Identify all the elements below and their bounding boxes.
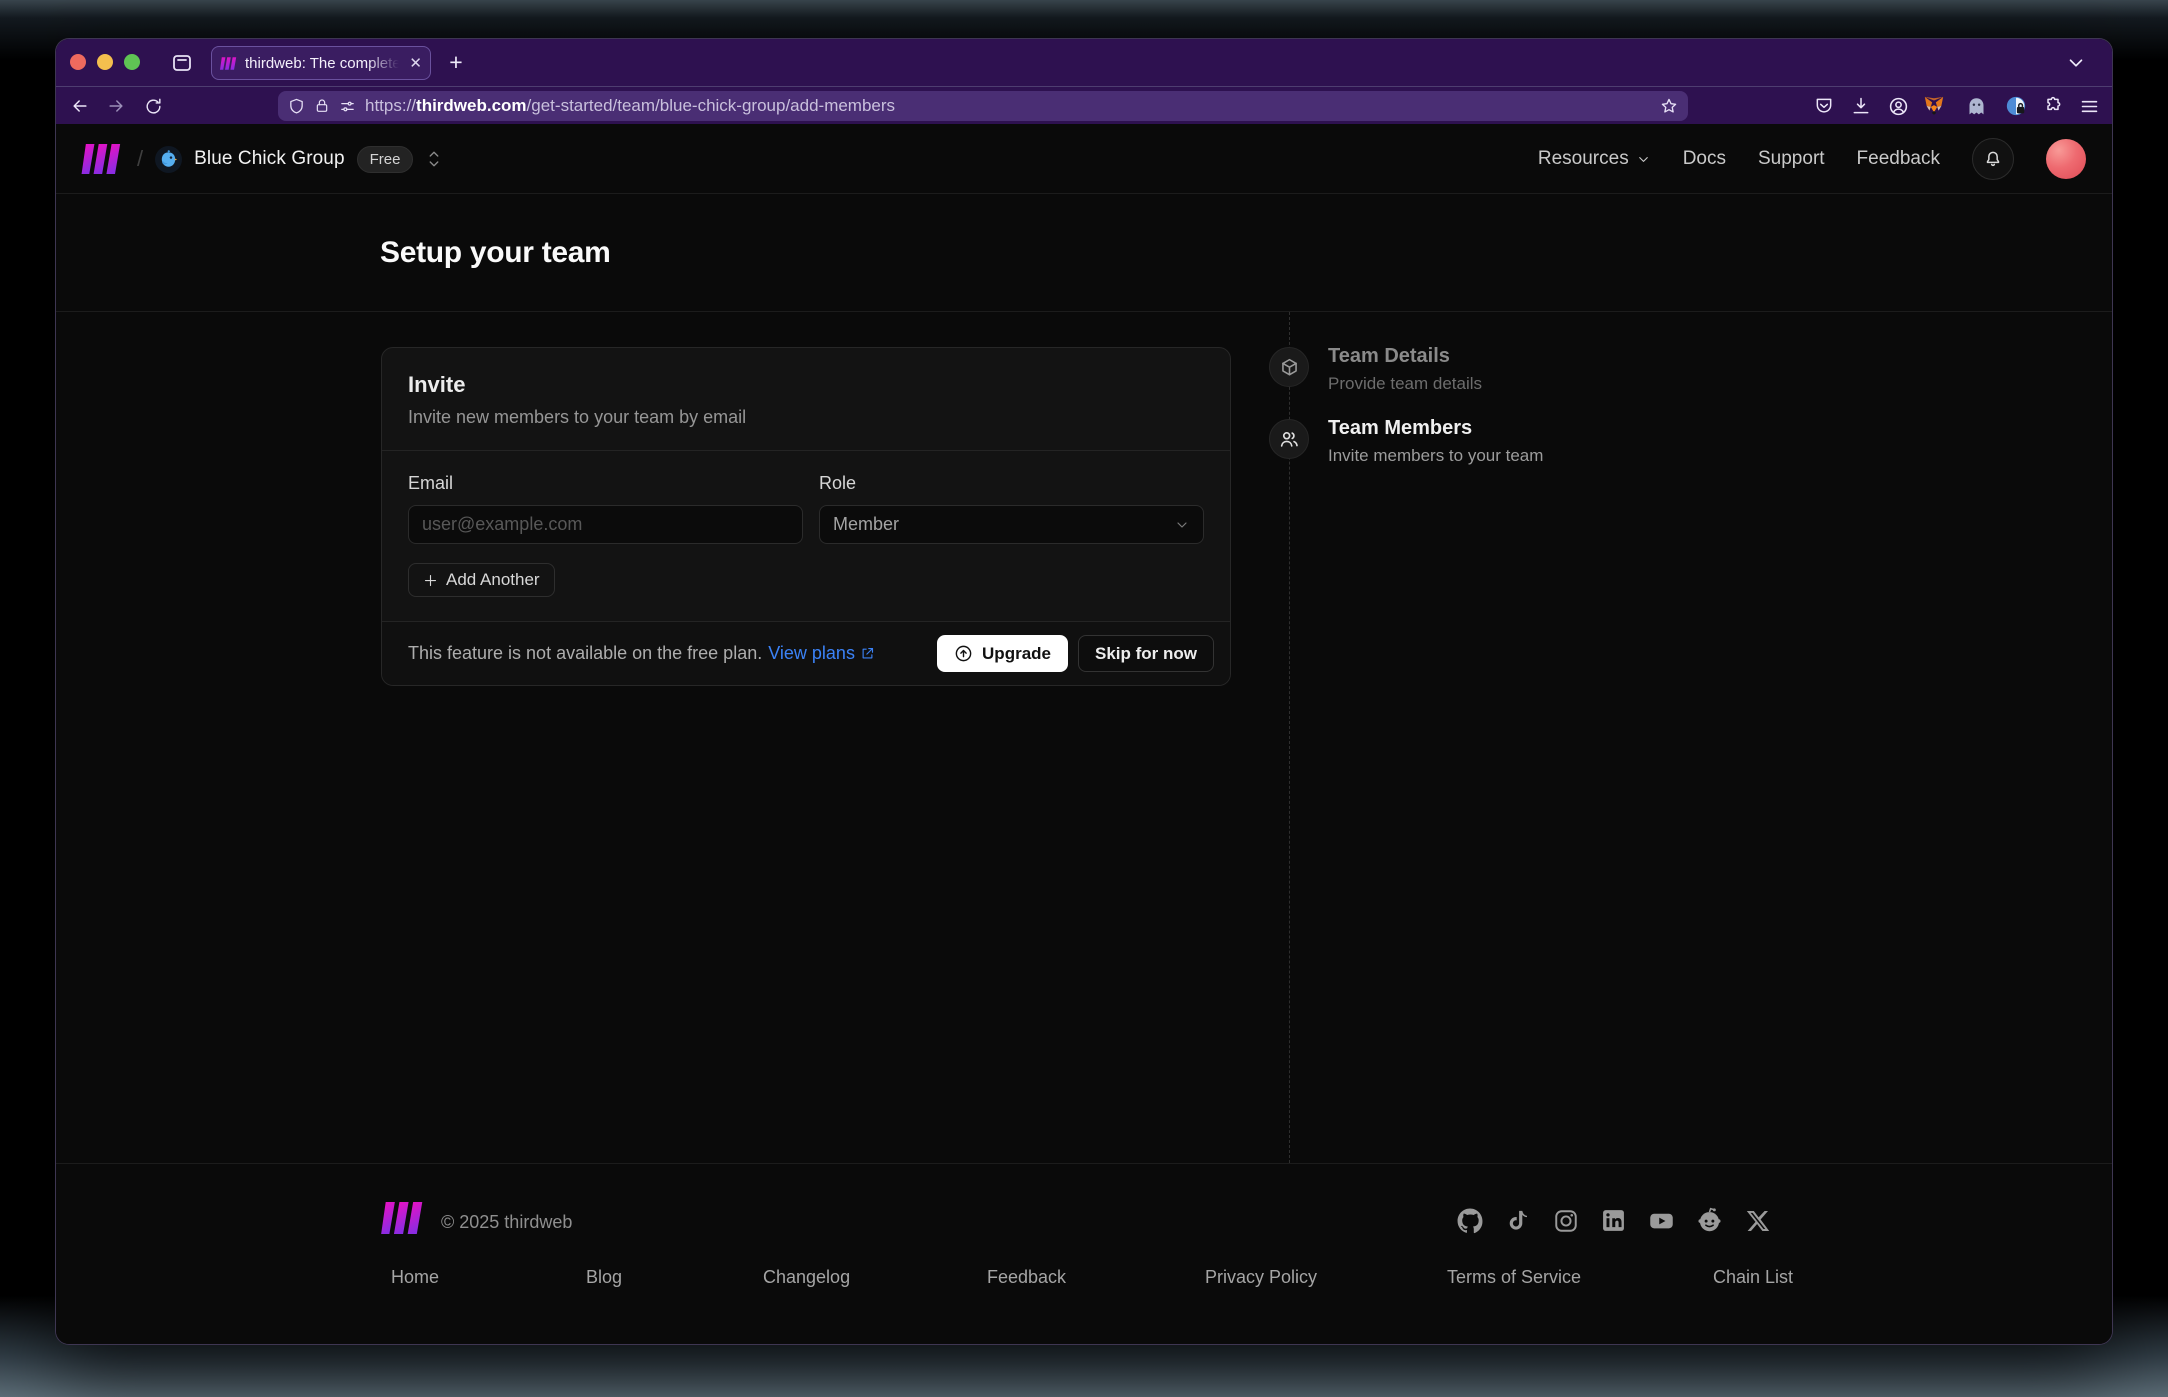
upgrade-button[interactable]: Upgrade: [937, 635, 1068, 672]
arrow-up-circle-icon: [955, 645, 972, 662]
nav-docs[interactable]: Docs: [1683, 148, 1726, 170]
tracking-protection-shield-icon[interactable]: [288, 98, 305, 115]
pocket-save-icon[interactable]: [1812, 94, 1836, 118]
window-zoom-button[interactable]: [124, 54, 140, 70]
email-label: Email: [408, 473, 454, 493]
breadcrumb-slash: /: [137, 146, 144, 171]
role-select[interactable]: Member: [819, 505, 1204, 544]
tab-title: thirdweb: The complete web3 de: [245, 54, 402, 72]
account-icon[interactable]: [1886, 94, 1910, 118]
instagram-icon[interactable]: [1552, 1207, 1579, 1234]
chevron-down-icon: [1638, 156, 1648, 162]
site-footer: © 2025 thirdweb Home Blog Changelog Feed…: [56, 1163, 2112, 1344]
site-header: / Blue Chick Group Free Resources Docs S…: [56, 124, 2112, 194]
footer-link-changelog[interactable]: Changelog: [763, 1267, 850, 1288]
step-team-details: Team Details Provide team details: [1328, 345, 1483, 393]
x-icon[interactable]: [1744, 1207, 1771, 1234]
github-icon[interactable]: [1456, 1207, 1483, 1234]
step-team-details-circle: [1269, 347, 1309, 387]
browser-tab[interactable]: thirdweb: The complete web3 de ✕: [211, 46, 431, 80]
window-close-button[interactable]: [70, 54, 86, 70]
users-icon: [1280, 432, 1298, 447]
step-team-members-circle: [1269, 419, 1309, 459]
footer-link-terms-of-service[interactable]: Terms of Service: [1447, 1267, 1581, 1288]
social-links: [1456, 1207, 1771, 1234]
connection-lock-icon[interactable]: [314, 98, 330, 114]
invite-card-title: Invite: [408, 372, 466, 397]
reddit-icon[interactable]: [1696, 1207, 1723, 1234]
external-link-icon: [862, 647, 874, 659]
extensions-puzzle-icon[interactable]: [2041, 94, 2065, 118]
url-address-field[interactable]: https://thirdweb.com/get-started/team/bl…: [278, 91, 1688, 121]
team-name[interactable]: Blue Chick Group: [194, 148, 345, 170]
notifications-bell-icon[interactable]: [1972, 138, 2014, 180]
nav-support[interactable]: Support: [1758, 148, 1825, 170]
footer-link-chain-list[interactable]: Chain List: [1713, 1267, 1793, 1288]
page-title-section: Setup your team: [56, 194, 2112, 312]
youtube-icon[interactable]: [1648, 1207, 1675, 1234]
footer-link-privacy-policy[interactable]: Privacy Policy: [1205, 1267, 1317, 1288]
permissions-icon[interactable]: [339, 98, 356, 115]
plan-badge: Free: [356, 145, 414, 173]
page-title: Setup your team: [380, 236, 611, 269]
url-text: https://thirdweb.com/get-started/team/bl…: [365, 96, 896, 115]
cube-icon: [1281, 358, 1297, 375]
thirdweb-logo-icon[interactable]: [81, 144, 125, 174]
invite-card-subtitle: Invite new members to your team by email: [408, 407, 747, 427]
downloads-icon[interactable]: [1849, 94, 1873, 118]
browser-tab-bar: thirdweb: The complete web3 de ✕ +: [56, 39, 2112, 86]
chevron-down-icon: [1174, 517, 1190, 533]
reload-button[interactable]: [142, 95, 164, 117]
tab-close-icon[interactable]: ✕: [409, 54, 422, 72]
privacy-extension-icon[interactable]: [2004, 94, 2028, 118]
add-another-button[interactable]: Add Another: [408, 563, 555, 597]
team-switcher-chevrons-icon[interactable]: [425, 148, 443, 170]
metamask-extension-icon[interactable]: [1922, 94, 1946, 118]
browser-url-toolbar: https://thirdweb.com/get-started/team/bl…: [56, 86, 2112, 124]
tiktok-icon[interactable]: [1504, 1207, 1531, 1234]
footer-link-feedback[interactable]: Feedback: [987, 1267, 1066, 1288]
linkedin-icon[interactable]: [1600, 1207, 1627, 1234]
invite-card: Invite Invite new members to your team b…: [381, 347, 1231, 686]
role-label: Role: [819, 473, 857, 493]
user-avatar[interactable]: [2046, 139, 2086, 179]
firefox-view-icon[interactable]: [168, 49, 196, 77]
free-plan-note: This feature is not available on the fre…: [408, 643, 875, 664]
tab-favicon-thirdweb-icon: [220, 56, 238, 70]
thirdweb-footer-logo-icon[interactable]: [381, 1202, 427, 1239]
email-field[interactable]: user@example.com: [408, 505, 803, 544]
footer-link-blog[interactable]: Blog: [586, 1267, 622, 1288]
back-button[interactable]: [69, 95, 91, 117]
new-tab-button[interactable]: +: [441, 47, 471, 77]
screenshot-stage: thirdweb: The complete web3 de ✕ +: [0, 0, 2168, 1397]
role-selected-value: Member: [833, 514, 900, 534]
view-plans-link[interactable]: View plans: [768, 643, 875, 664]
bookmark-star-icon[interactable]: [1660, 97, 1678, 115]
window-minimize-button[interactable]: [97, 54, 113, 70]
plus-icon: [424, 574, 437, 586]
nav-resources[interactable]: Resources: [1538, 148, 1651, 170]
skip-for-now-button[interactable]: Skip for now: [1078, 635, 1214, 672]
copyright-text: © 2025 thirdweb: [441, 1212, 573, 1232]
step-team-members: Team Members Invite members to your team: [1328, 417, 1544, 465]
footer-link-home[interactable]: Home: [391, 1267, 439, 1288]
team-avatar-chick-icon: [155, 145, 183, 173]
tab-overflow-chevron-icon[interactable]: [2062, 49, 2090, 77]
menu-hamburger-icon[interactable]: [2077, 94, 2101, 118]
email-placeholder: user@example.com: [422, 514, 583, 534]
phantom-extension-icon[interactable]: [1964, 94, 1988, 118]
nav-feedback[interactable]: Feedback: [1857, 148, 1940, 170]
browser-window: thirdweb: The complete web3 de ✕ +: [55, 38, 2113, 1345]
forward-button[interactable]: [105, 95, 127, 117]
